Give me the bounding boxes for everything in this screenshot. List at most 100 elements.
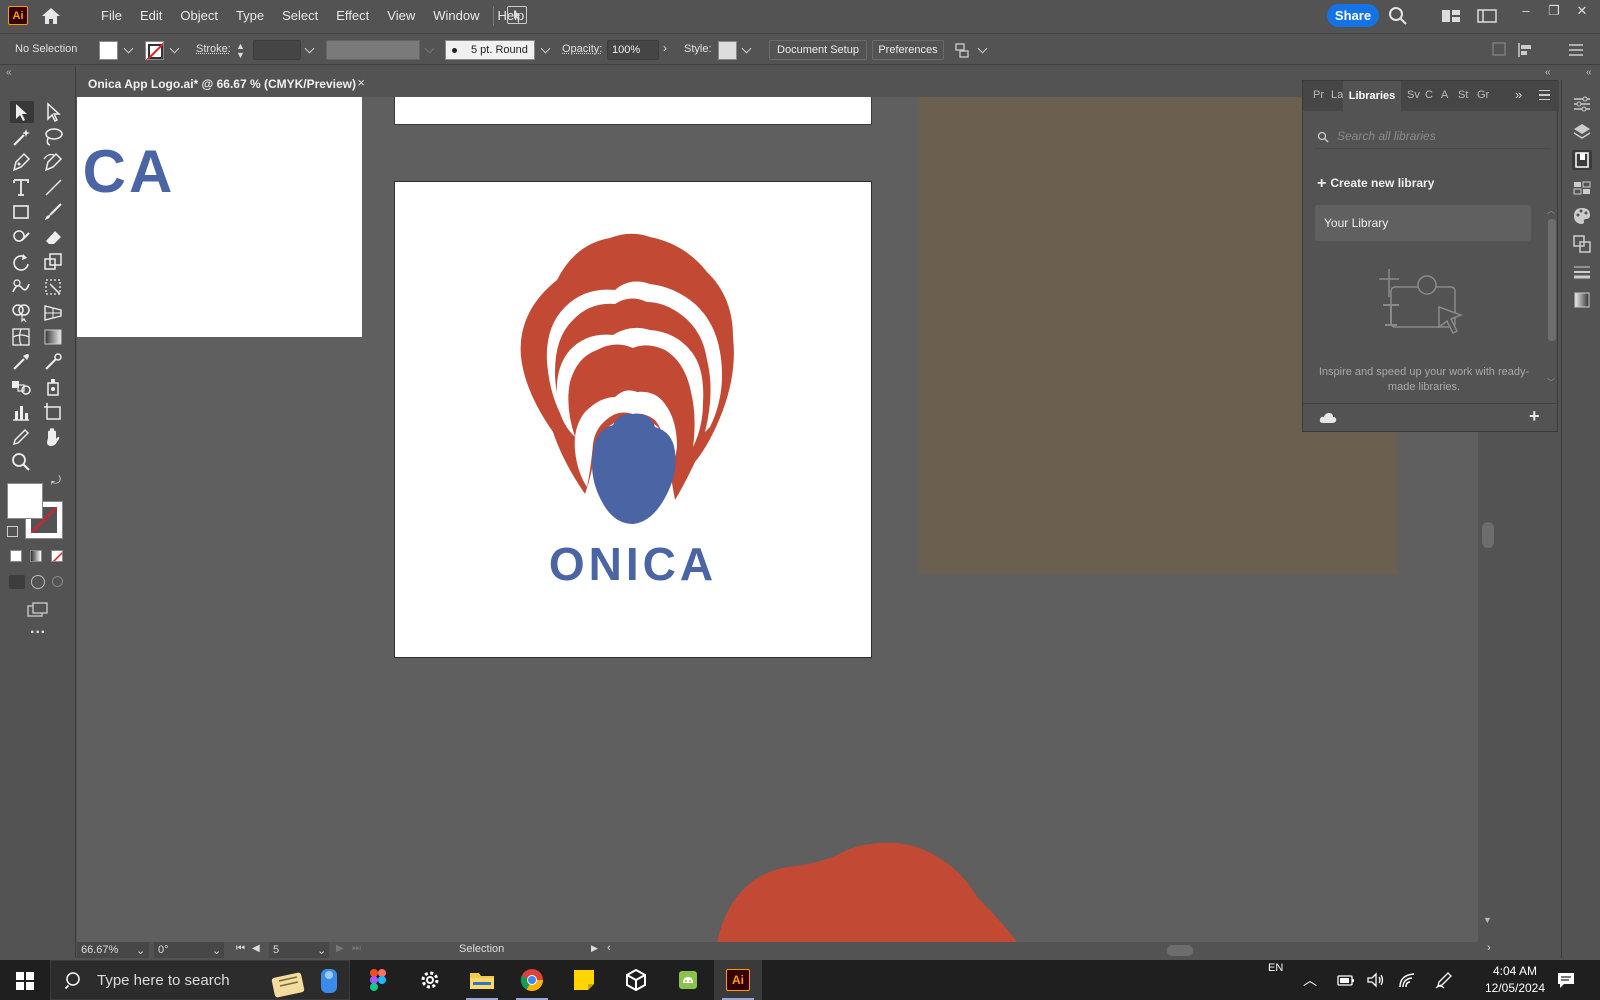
graph-icon[interactable] (10, 401, 34, 423)
tab-gradient[interactable]: Gr (1477, 89, 1489, 101)
chevron-down-icon[interactable] (169, 43, 180, 54)
style-swatch[interactable] (718, 41, 737, 60)
panel-options-icon[interactable] (1539, 90, 1550, 100)
expand-dock-icon[interactable]: « (1586, 67, 1592, 78)
fill-color-swatch[interactable] (7, 483, 43, 519)
add-content-icon[interactable]: + (1529, 406, 1540, 427)
search-icon[interactable] (1387, 5, 1409, 27)
shape-builder-icon[interactable] (10, 301, 34, 323)
measure-icon[interactable] (42, 351, 66, 373)
vertical-scroll-thumb[interactable] (1482, 522, 1494, 548)
collapse-panels-icon[interactable]: « (1545, 67, 1551, 78)
screen-mode-icon[interactable] (26, 601, 50, 619)
properties-icon[interactable] (1572, 94, 1592, 114)
stroke-panel-icon[interactable] (1572, 262, 1592, 282)
color-mode-icon[interactable] (10, 550, 22, 562)
scroll-down-icon[interactable]: ▼ (1483, 915, 1492, 925)
artboard-left[interactable]: ICA (77, 97, 362, 337)
document-setup-button[interactable]: Document Setup (769, 40, 867, 60)
minimize-icon[interactable]: – (1512, 0, 1540, 24)
stroke-stepper[interactable]: ▲ ▼ (236, 42, 246, 60)
pen-icon[interactable] (10, 151, 34, 173)
brush-definition[interactable]: 5 pt. Round (445, 40, 535, 60)
file-explorer-icon[interactable] (458, 960, 506, 1000)
canvas[interactable]: ICA ONICA ▼ (77, 97, 1499, 942)
gradient-icon[interactable] (42, 326, 66, 348)
scroll-up-icon[interactable]: ︿ (1547, 205, 1555, 216)
workspace-icon[interactable] (1477, 8, 1497, 24)
previous-artboard-icon[interactable]: ◀ (252, 943, 260, 954)
tab-libraries[interactable]: Libraries (1343, 81, 1401, 111)
system-clock[interactable]: 4:04 AM 12/05/2024 (1480, 963, 1550, 997)
draw-inside-icon[interactable] (52, 576, 63, 587)
warp-icon[interactable] (10, 276, 34, 298)
color-palette-icon[interactable] (1572, 206, 1592, 226)
chevron-down-icon[interactable]: ⌄ (136, 944, 145, 957)
swatches-icon[interactable] (1572, 178, 1592, 198)
collapse-toolbar-icon[interactable]: « (6, 67, 12, 78)
rotate-icon[interactable] (10, 251, 34, 273)
eyedropper-icon[interactable] (10, 351, 34, 373)
menu-effect[interactable]: Effect (327, 0, 378, 31)
fill-swatch[interactable] (99, 41, 118, 60)
scroll-right-icon[interactable]: › (1487, 942, 1491, 954)
hand-icon[interactable] (42, 426, 66, 448)
menu-edit[interactable]: Edit (131, 0, 171, 31)
type-icon[interactable] (10, 176, 34, 198)
selection-tool-icon[interactable] (10, 101, 34, 123)
draw-normal-icon[interactable] (9, 575, 25, 589)
chevron-down-icon[interactable]: ⌄ (212, 944, 221, 957)
show-hidden-icons-icon[interactable]: ︿ (1303, 970, 1317, 990)
android-app-icon[interactable] (664, 960, 712, 1000)
tab-swatches[interactable]: Sv (1407, 89, 1420, 101)
stroke-weight-field[interactable] (253, 40, 301, 60)
scroll-left-icon[interactable]: ‹ (607, 942, 611, 954)
figma-app-icon[interactable] (354, 960, 402, 1000)
curvature-icon[interactable] (42, 151, 66, 173)
artboard-top[interactable] (394, 97, 872, 125)
menu-object[interactable]: Object (171, 0, 227, 31)
align-icon[interactable] (954, 41, 972, 59)
your-library-item[interactable]: Your Library (1315, 205, 1531, 241)
status-menu-icon[interactable]: ▶ (591, 943, 598, 954)
unity-app-icon[interactable] (612, 960, 660, 1000)
chevron-down-icon[interactable] (540, 43, 551, 54)
preferences-button[interactable]: Preferences (872, 40, 944, 60)
artboard-main[interactable]: ONICA (394, 181, 872, 658)
gradient-mode-icon[interactable] (30, 550, 42, 562)
cloud-icon[interactable] (1319, 412, 1337, 424)
shaper-icon[interactable] (10, 226, 34, 248)
horizontal-scroll-thumb[interactable] (1167, 945, 1193, 956)
arrange-documents-icon[interactable] (1441, 8, 1461, 24)
share-button[interactable]: Share (1327, 4, 1379, 27)
swap-colors-icon[interactable]: ⤾ (51, 473, 61, 488)
perspective-icon[interactable] (42, 301, 66, 323)
line-icon[interactable] (42, 176, 66, 198)
library-scrollbar[interactable]: ︿ ﹀ (1547, 205, 1557, 395)
gpu-preview-icon[interactable] (507, 6, 527, 24)
blend-icon[interactable] (10, 376, 34, 398)
chrome-app-icon[interactable] (508, 960, 556, 1000)
scale-icon[interactable] (42, 251, 66, 273)
menu-window[interactable]: Window (424, 0, 488, 31)
illustrator-app-icon[interactable]: Ai (714, 960, 762, 1000)
document-tab[interactable]: Onica App Logo.ai* @ 66.67 % (CMYK/Previ… (78, 70, 374, 97)
chevron-right-icon[interactable]: › (663, 41, 667, 55)
windows-start-icon[interactable] (16, 972, 34, 990)
symbol-sprayer-icon[interactable] (42, 376, 66, 398)
volume-icon[interactable] (1366, 971, 1386, 989)
taskbar-search[interactable]: Type here to search (50, 960, 350, 1000)
draw-behind-icon[interactable] (31, 575, 45, 589)
stroke-swatch[interactable] (145, 41, 164, 60)
notifications-icon[interactable] (1556, 970, 1576, 990)
library-scroll-thumb[interactable] (1548, 219, 1556, 341)
close-icon[interactable]: ✕ (1568, 0, 1596, 24)
pencil-icon[interactable] (10, 426, 34, 448)
chevron-down-icon[interactable] (741, 43, 752, 54)
tab-appearance[interactable]: A (1441, 89, 1448, 101)
zoom-icon[interactable] (10, 451, 34, 473)
wifi-icon[interactable] (1398, 971, 1418, 989)
panel-menu-icon[interactable] (1568, 43, 1584, 57)
tab-stroke[interactable]: St (1458, 89, 1468, 101)
scroll-down-icon[interactable]: ﹀ (1547, 377, 1555, 388)
